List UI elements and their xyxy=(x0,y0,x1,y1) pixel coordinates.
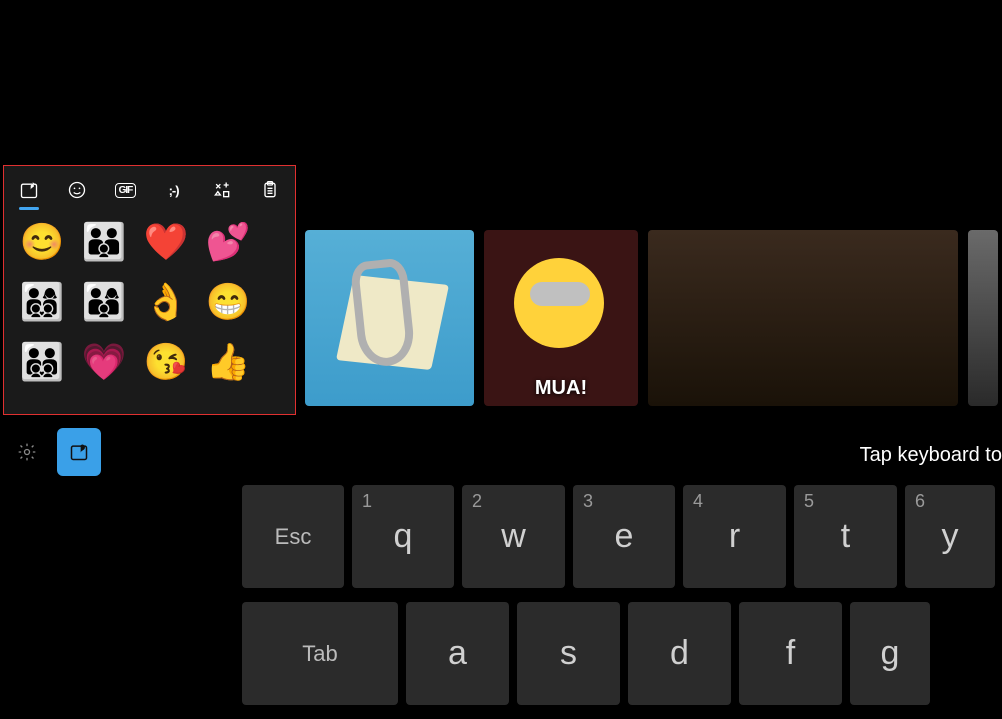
emoji-item[interactable]: 👨‍👩‍👦 xyxy=(80,278,128,326)
emoji-item[interactable]: 👨‍👨‍👦‍👦 xyxy=(18,338,66,386)
touch-keyboard: Esc 1q 2w 3e 4r 5t 6y Tab a s d f g xyxy=(242,485,1002,719)
key-y[interactable]: 6y xyxy=(905,485,995,588)
tab-gif[interactable]: GIF xyxy=(114,178,136,202)
tab-symbols[interactable] xyxy=(211,178,233,202)
emoji-item[interactable]: 💕 xyxy=(204,218,252,266)
gif-thumb-more[interactable] xyxy=(968,230,998,406)
emoji-item[interactable]: 😘 xyxy=(142,338,190,386)
tab-emoji[interactable] xyxy=(66,178,88,202)
tab-kaomoji[interactable]: ;-) xyxy=(163,178,185,202)
key-t[interactable]: 5t xyxy=(794,485,897,588)
key-g[interactable]: g xyxy=(850,602,930,705)
tab-recent[interactable] xyxy=(18,178,40,202)
key-f[interactable]: f xyxy=(739,602,842,705)
emoji-picker-panel: GIF ;-) 😊 👨‍👨‍👦 ❤️ 💕 👨‍👩‍👦‍👦 👨‍👩‍👦 👌 😁 👨… xyxy=(3,165,296,415)
settings-button[interactable] xyxy=(5,428,49,476)
emoji-panel-button[interactable] xyxy=(57,428,101,476)
gif-thumb-clippy[interactable] xyxy=(305,230,474,406)
key-d[interactable]: d xyxy=(628,602,731,705)
key-tab[interactable]: Tab xyxy=(242,602,398,705)
gif-strip: MUA! xyxy=(305,230,1002,406)
gif-caption: MUA! xyxy=(535,377,587,400)
key-a[interactable]: a xyxy=(406,602,509,705)
keyboard-hint: Tap keyboard to xyxy=(860,444,1002,467)
tab-clipboard[interactable] xyxy=(259,178,281,202)
emoji-item[interactable]: 👨‍👨‍👦 xyxy=(80,218,128,266)
keyboard-row-1: Esc 1q 2w 3e 4r 5t 6y xyxy=(242,485,1002,588)
emoji-item[interactable]: 👍 xyxy=(204,338,252,386)
key-e[interactable]: 3e xyxy=(573,485,675,588)
key-w[interactable]: 2w xyxy=(462,485,565,588)
emoji-item[interactable]: 😊 xyxy=(18,218,66,266)
emoji-item[interactable]: 💗 xyxy=(80,338,128,386)
key-esc[interactable]: Esc xyxy=(242,485,344,588)
picker-tabs: GIF ;-) xyxy=(4,166,295,208)
emoji-grid: 😊 👨‍👨‍👦 ❤️ 💕 👨‍👩‍👦‍👦 👨‍👩‍👦 👌 😁 👨‍👨‍👦‍👦 💗… xyxy=(4,208,295,402)
key-r[interactable]: 4r xyxy=(683,485,786,588)
emoji-item[interactable]: ❤️ xyxy=(142,218,190,266)
keyboard-toolbar xyxy=(5,428,101,476)
emoji-item[interactable]: 😁 xyxy=(204,278,252,326)
emoji-item[interactable]: 👨‍👩‍👦‍👦 xyxy=(18,278,66,326)
emoji-item[interactable]: 👌 xyxy=(142,278,190,326)
gif-thumb-applause[interactable] xyxy=(648,230,958,406)
key-q[interactable]: 1q xyxy=(352,485,454,588)
key-s[interactable]: s xyxy=(517,602,620,705)
gif-thumb-minion[interactable]: MUA! xyxy=(484,230,638,406)
keyboard-row-2: Tab a s d f g xyxy=(242,602,1002,705)
